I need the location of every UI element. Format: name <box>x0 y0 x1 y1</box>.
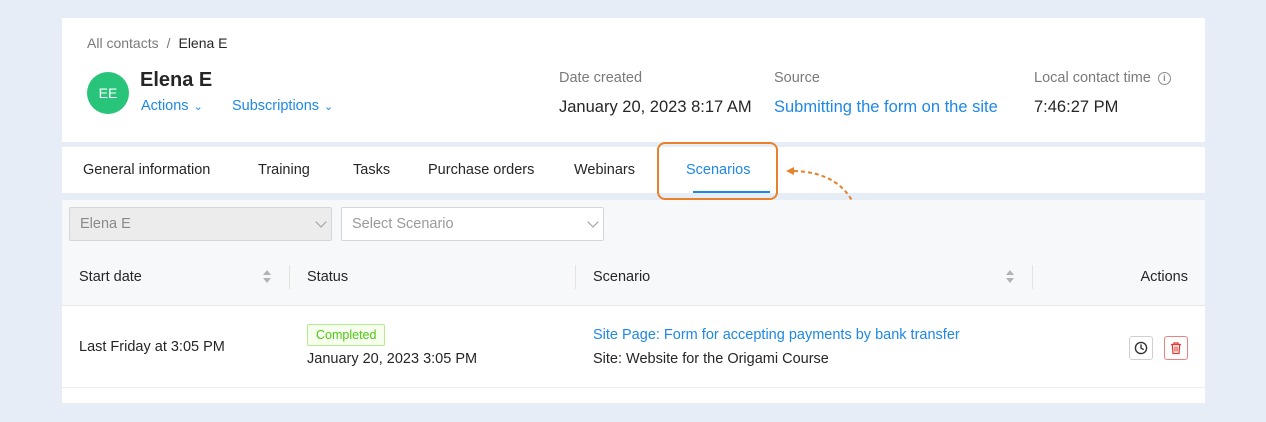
actions-label: Actions <box>141 98 189 114</box>
table-header: Start date Status Scenario Actions <box>62 248 1205 306</box>
actions-dropdown[interactable]: Actions ⌄ <box>141 98 203 114</box>
trash-icon <box>1171 342 1181 355</box>
local-time-value: 7:46:27 PM <box>1034 98 1119 116</box>
tab-training[interactable]: Training <box>258 147 310 193</box>
history-button[interactable] <box>1129 336 1153 360</box>
start-date-cell: Last Friday at 3:05 PM <box>79 339 225 355</box>
subscriptions-dropdown[interactable]: Subscriptions ⌄ <box>232 98 333 114</box>
breadcrumb-separator: / <box>166 35 171 51</box>
column-start-date[interactable]: Start date <box>79 248 142 306</box>
tab-bar: General information Training Tasks Purch… <box>62 147 1205 193</box>
tab-purchase-orders[interactable]: Purchase orders <box>428 147 534 193</box>
date-created-value: January 20, 2023 8:17 AM <box>559 98 752 116</box>
scenario-site: Site: Website for the Origami Course <box>593 351 829 367</box>
contact-select-value: Elena E <box>80 216 131 232</box>
filter-bar: Elena E Select Scenario <box>62 200 1205 248</box>
avatar: EE <box>87 72 129 114</box>
breadcrumb-current: Elena E <box>178 35 228 51</box>
scenario-select[interactable]: Select Scenario <box>341 207 604 241</box>
local-time-label-wrap: Local contact time i <box>1034 70 1171 86</box>
scenario-select-placeholder: Select Scenario <box>352 216 454 232</box>
scenario-link[interactable]: Site Page: Form for accepting payments b… <box>593 327 960 343</box>
column-scenario[interactable]: Scenario <box>593 248 650 306</box>
scenarios-panel: Elena E Select Scenario Start date Statu… <box>62 200 1205 403</box>
scenarios-tab-highlight <box>657 142 778 200</box>
contact-select: Elena E <box>69 207 332 241</box>
status-badge: Completed <box>307 324 386 346</box>
tab-tasks[interactable]: Tasks <box>353 147 390 193</box>
tab-webinars[interactable]: Webinars <box>574 147 635 193</box>
local-time-label: Local contact time <box>1034 70 1151 86</box>
breadcrumb: All contacts / Elena E <box>87 35 228 51</box>
breadcrumb-all-contacts[interactable]: All contacts <box>87 35 159 51</box>
table-row: Last Friday at 3:05 PM Completed January… <box>62 306 1205 388</box>
delete-button[interactable] <box>1164 336 1188 360</box>
status-date: January 20, 2023 3:05 PM <box>307 351 478 367</box>
chevron-down-icon: ⌄ <box>193 101 203 113</box>
column-divider <box>575 265 576 289</box>
clock-icon <box>1134 341 1148 355</box>
chevron-down-icon <box>587 216 599 228</box>
column-actions: Actions <box>1140 269 1188 285</box>
source-link[interactable]: Submitting the form on the site <box>774 98 998 117</box>
source-label: Source <box>774 70 820 86</box>
info-icon[interactable]: i <box>1157 72 1171 85</box>
tab-general-information[interactable]: General information <box>83 147 210 193</box>
chevron-down-icon: ⌄ <box>324 101 334 113</box>
sort-icon[interactable] <box>262 270 272 284</box>
sort-icon[interactable] <box>1005 270 1015 284</box>
column-status: Status <box>307 269 349 285</box>
column-divider <box>1032 265 1033 289</box>
contact-name: Elena E <box>140 69 213 91</box>
column-divider <box>289 265 290 289</box>
contact-header: All contacts / Elena E EE Elena E Actions ⌄… <box>62 18 1205 142</box>
subscriptions-label: Subscriptions <box>232 98 320 114</box>
date-created-label: Date created <box>559 70 643 86</box>
chevron-down-icon <box>315 216 327 228</box>
